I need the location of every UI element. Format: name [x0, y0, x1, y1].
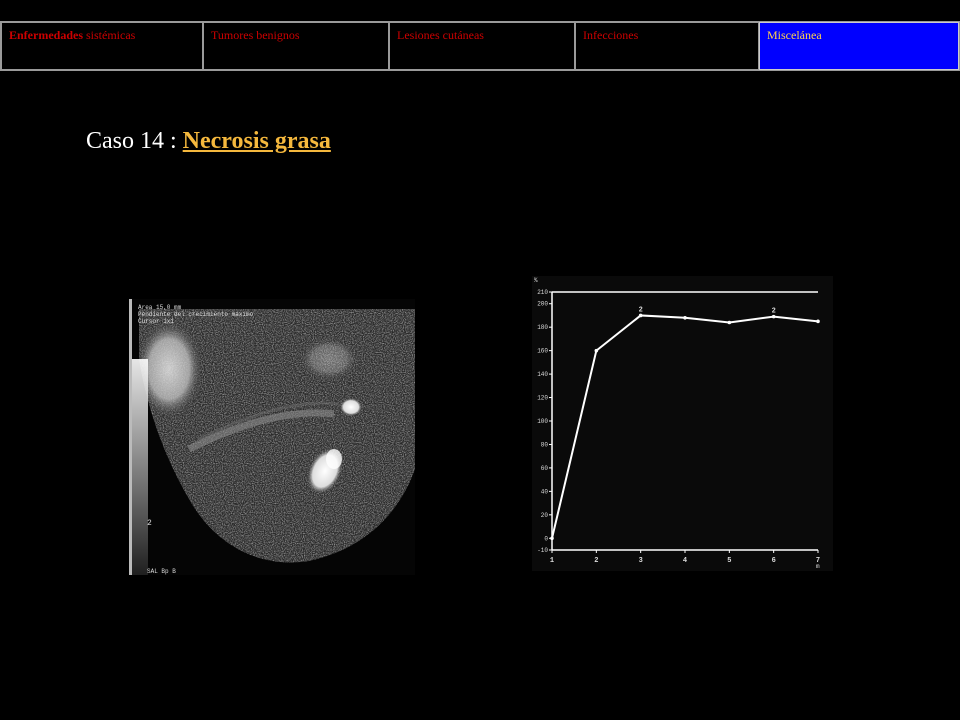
data-point [550, 536, 554, 541]
nav-tab-infecciones[interactable]: Infecciones [575, 22, 759, 70]
point-label: 2 [772, 308, 776, 316]
mri-footer: SAL Bp B [147, 568, 176, 575]
mri-overlay-line-3: Cursor 1x1 [138, 318, 174, 325]
page-title: Caso 14 : Necrosis grasa [86, 128, 331, 155]
case-number: Caso 14 : [86, 128, 183, 154]
nav-tab-lesiones-cutaneas[interactable]: Lesiones cutáneas [389, 22, 575, 70]
nav-tab-enfermedades-sistemicas[interactable]: Enfermedades sistémicas [1, 22, 203, 70]
enhancement-curve-chart: % m -100204060801001201401601802002101 2 3… [532, 276, 833, 571]
y-tick-label: 200 [537, 301, 548, 308]
x-tick-label: 5 [727, 557, 731, 565]
y-tick-label: 80 [541, 441, 549, 448]
nav-tab-tumores-benignos[interactable]: Tumores benignos [203, 22, 389, 70]
mri-overlay-line-1: Area 15,0 mm [138, 304, 182, 311]
y-tick-label: -10 [537, 547, 548, 554]
mri-overlay-line-2: Pendiente del crecimiento máximo [138, 311, 254, 318]
nav-tab-label-strong: Enfermedades [9, 28, 83, 42]
chart-background [532, 276, 833, 571]
data-point [727, 320, 732, 325]
y-tick-label: 20 [541, 512, 549, 519]
data-point [683, 316, 687, 320]
x-tick-label: 1 [550, 557, 554, 565]
y-tick-label: 210 [537, 289, 548, 296]
nav-tab-label: sistémicas [83, 28, 136, 42]
y-tick-label: 120 [537, 395, 548, 402]
x-tick-label: 2 [594, 557, 598, 565]
data-point [816, 319, 820, 324]
y-tick-label: 180 [537, 324, 548, 331]
y-unit-label: % [534, 277, 538, 284]
point-label: 2 [639, 306, 643, 314]
x-tick-label: 7 [816, 557, 820, 565]
mri-image: 2 Area 15,0 mm Pendiente del crecimiento… [129, 299, 415, 575]
y-tick-label: 0 [544, 535, 548, 542]
y-tick-label: 140 [537, 371, 548, 378]
x-tick-label: 6 [772, 557, 776, 565]
data-point [594, 348, 599, 353]
x-tick-label: 3 [639, 557, 643, 565]
y-tick-label: 40 [541, 488, 549, 495]
x-tick-label: 4 [683, 557, 687, 565]
top-nav: Enfermedades sistémicas Tumores benignos… [0, 21, 960, 71]
mri-scale-label: 2 [147, 519, 152, 528]
y-tick-label: 100 [537, 418, 548, 425]
nav-tab-miscelanea[interactable]: Miscelánea [759, 22, 959, 70]
y-tick-label: 160 [537, 348, 548, 355]
diagnosis-link[interactable]: Necrosis grasa [183, 128, 331, 154]
y-tick-label: 60 [541, 465, 549, 472]
